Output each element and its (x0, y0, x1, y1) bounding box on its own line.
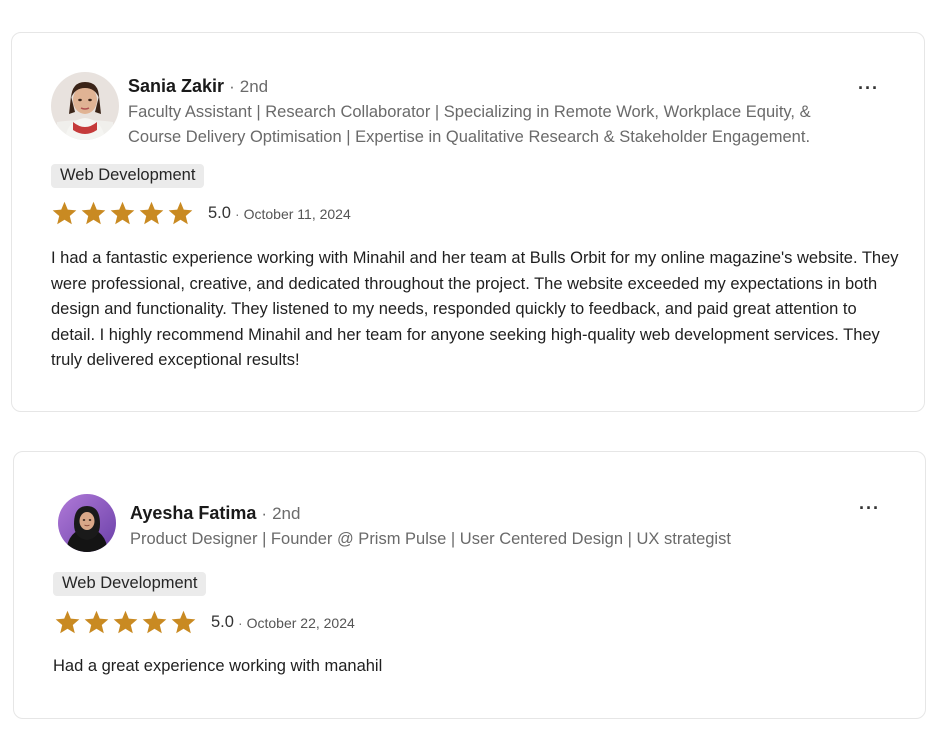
star-icon (139, 201, 164, 225)
name-separator: · (229, 77, 235, 96)
name-separator: · (261, 504, 268, 523)
star-icon (84, 610, 109, 634)
review-text: Had a great experience working with mana… (53, 657, 383, 675)
review-date: October 11, 2024 (243, 205, 351, 222)
more-options-button[interactable]: ··· (858, 78, 879, 99)
star-icon (55, 610, 80, 634)
more-options-button[interactable]: ··· (859, 498, 880, 519)
date-separator: · (237, 614, 243, 631)
review-date: October 22, 2024 (246, 614, 355, 631)
rating-score: 5.0 (208, 204, 231, 222)
review-text: I had a fantastic experience working wit… (51, 249, 899, 369)
star-icon (81, 201, 106, 225)
connection-degree: 2nd (272, 504, 301, 523)
avatar[interactable] (58, 494, 116, 552)
review-card: Ayesha Fatima · 2nd Product Designer | F… (13, 451, 926, 719)
star-icon (110, 201, 135, 225)
star-icon (142, 610, 167, 634)
date-separator: · (234, 205, 240, 222)
reviewer-name[interactable]: Ayesha Fatima (130, 503, 256, 523)
rating-row: 5.0 · October 11, 2024 (51, 200, 351, 227)
reviewer-headline: Faculty Assistant | Research Collaborato… (128, 103, 811, 146)
star-icon (52, 201, 77, 225)
star-rating (51, 200, 196, 227)
rating-score: 5.0 (211, 613, 234, 631)
star-icon (168, 201, 193, 225)
star-icon (171, 610, 196, 634)
service-tag[interactable]: Web Development (51, 164, 205, 188)
review-card: Sania Zakir · 2nd Faculty Assistant | Re… (11, 32, 925, 412)
star-rating (54, 609, 199, 636)
reviewer-name[interactable]: Sania Zakir (128, 76, 224, 96)
reviewer-headline: Product Designer | Founder @ Prism Pulse… (130, 530, 731, 548)
connection-degree: 2nd (239, 77, 269, 96)
rating-row: 5.0 · October 22, 2024 (54, 609, 355, 636)
avatar[interactable] (51, 72, 119, 140)
star-icon (113, 610, 138, 634)
reviewer-name-line: Sania Zakir · 2nd (128, 76, 268, 97)
service-tag[interactable]: Web Development (53, 572, 207, 596)
reviewer-name-line: Ayesha Fatima · 2nd (130, 503, 300, 524)
